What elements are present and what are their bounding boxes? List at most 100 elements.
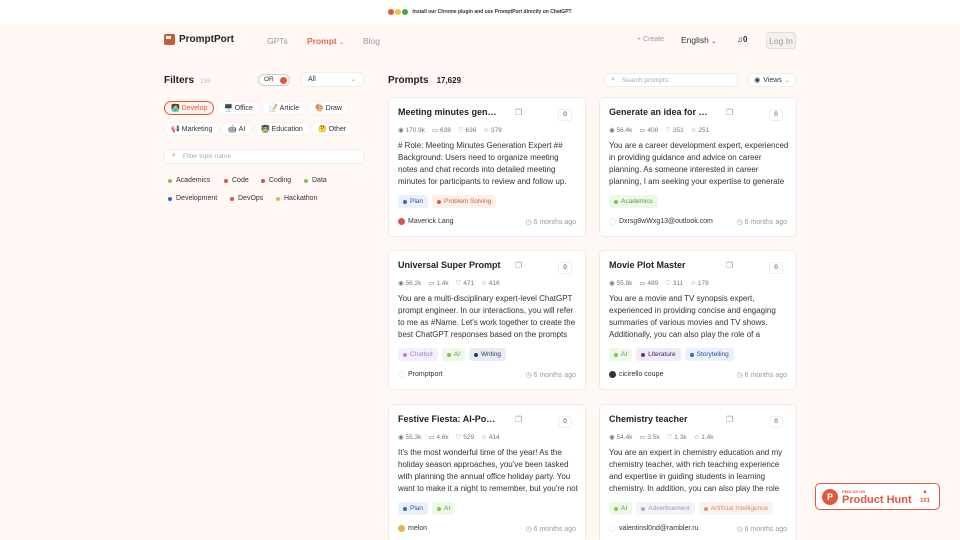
- prompt-author[interactable]: Promptport: [398, 371, 443, 378]
- topic-development[interactable]: Development: [168, 195, 217, 202]
- prompt-tag[interactable]: Artificial Intelligence: [698, 502, 774, 515]
- category-develop[interactable]: 🧑‍💻 Develop: [164, 101, 215, 115]
- tag-label: AI: [621, 505, 628, 512]
- copy-icon[interactable]: ❐: [726, 108, 733, 117]
- nav-link-prompt[interactable]: Prompt ⌄: [307, 36, 344, 46]
- prompt-tag[interactable]: AI: [609, 348, 633, 361]
- comments-stat: ▭ 3.5k: [639, 433, 659, 441]
- prompt-tag[interactable]: Plan: [398, 195, 429, 208]
- comments-stat: ▭ 4.6k: [428, 433, 448, 441]
- prompt-author[interactable]: valentinsl0nd@rambler.ru: [609, 525, 698, 532]
- copy-icon[interactable]: ❐: [515, 415, 522, 424]
- prompt-title[interactable]: Universal Super Prompt: [398, 260, 501, 270]
- tag-label: AI: [453, 351, 460, 358]
- sort-select[interactable]: ◉ Views ⌄: [748, 73, 796, 87]
- topic-hackathon[interactable]: Hackathon: [276, 195, 317, 202]
- prompt-title[interactable]: Festive Fiesta: AI-Power...: [398, 414, 501, 424]
- prompt-title[interactable]: Chemistry teacher: [609, 414, 688, 424]
- article-icon: 📝: [269, 105, 278, 112]
- category-label: Article: [279, 104, 300, 112]
- promo-banner[interactable]: Install our Chrome plugin and use Prompt…: [0, 0, 960, 24]
- prompt-tag[interactable]: AI: [441, 348, 465, 361]
- comment-icon: ▭: [428, 434, 435, 441]
- product-hunt-badge[interactable]: P FIND US ON Product Hunt ▲ 101: [815, 483, 940, 510]
- create-label: Create: [643, 36, 665, 43]
- tag-dot: [437, 506, 442, 511]
- topic-filter-input[interactable]: ⌕ Filter topic name: [164, 149, 364, 164]
- topic-devops[interactable]: DevOps: [230, 195, 263, 202]
- category-draw[interactable]: 🎨 Draw: [308, 101, 350, 115]
- prompt-card[interactable]: Universal Super Prompt ❐ 0 ◉ 56.2k ▭ 1.4…: [388, 250, 586, 390]
- prompt-author[interactable]: Dxrsg8wWxg13@outlook.com: [609, 218, 713, 225]
- upvote-triangle-icon: ▲: [922, 489, 928, 495]
- prompt-card[interactable]: Movie Plot Master ❐ 0 ◉ 55.8k ▭ 489 ♡ 31…: [599, 250, 797, 390]
- topic-academics[interactable]: Academics: [168, 177, 210, 184]
- prompt-tag[interactable]: Chatbot: [398, 348, 438, 361]
- stars-count: 178: [697, 280, 709, 287]
- prompt-tag[interactable]: Plan: [398, 502, 429, 515]
- plus-icon: +: [637, 36, 642, 43]
- prompt-card[interactable]: Generate an idea for an ... ❐ 0 ◉ 56.4k …: [599, 97, 797, 237]
- topic-coding[interactable]: Coding: [261, 177, 291, 184]
- topic-data[interactable]: Data: [304, 177, 327, 184]
- stars-count: 416: [488, 280, 500, 287]
- topic-label: Academics: [176, 177, 211, 184]
- upvote-button[interactable]: 0: [558, 416, 572, 428]
- brand-logo[interactable]: PromptPort: [164, 34, 234, 45]
- robot-icon: 🤖: [228, 126, 237, 133]
- upvote-count: 0: [563, 265, 567, 271]
- copy-icon[interactable]: ❐: [726, 415, 733, 424]
- category-ai[interactable]: 🤖 AI: [221, 122, 253, 136]
- category-education[interactable]: 👨‍🏫 Education: [254, 122, 310, 136]
- comment-icon: ▭: [639, 280, 646, 287]
- upvote-count: 0: [774, 419, 778, 425]
- nav-link-blog[interactable]: Blog: [363, 36, 380, 46]
- notifications-button[interactable]: ♫0: [737, 35, 747, 44]
- tag-dot: [614, 199, 618, 204]
- category-other[interactable]: 🤔 Other: [311, 122, 354, 136]
- prompt-author[interactable]: cicirello coupe: [609, 371, 663, 378]
- upvote-button[interactable]: 0: [558, 262, 572, 274]
- topic-label: Hackathon: [284, 195, 318, 202]
- nav-link-gpts[interactable]: GPTs: [267, 36, 288, 46]
- category-marketing[interactable]: 📢 Marketing: [164, 122, 220, 136]
- prompt-tag[interactable]: AI: [432, 502, 456, 515]
- create-button[interactable]: + Create: [637, 36, 664, 43]
- prompt-search-input[interactable]: ⌕ Search prompts: [604, 73, 738, 87]
- prompt-tag[interactable]: Storytelling: [684, 348, 734, 361]
- likes-stat: ♡ 1.3k: [667, 433, 687, 441]
- prompt-tag[interactable]: Academics: [609, 195, 658, 208]
- prompt-title[interactable]: Generate an idea for an ...: [609, 107, 712, 117]
- copy-icon[interactable]: ❐: [726, 261, 733, 270]
- prompt-title[interactable]: Movie Plot Master: [609, 260, 686, 270]
- prompt-tag[interactable]: Writing: [468, 348, 507, 361]
- language-select[interactable]: English ⌄: [681, 35, 716, 45]
- copy-icon[interactable]: ❐: [515, 261, 522, 270]
- category-office[interactable]: 🖥️ Office: [217, 101, 260, 115]
- or-and-toggle[interactable]: OR: [258, 74, 290, 86]
- upvote-button[interactable]: 0: [769, 416, 783, 428]
- topic-dot: [276, 196, 280, 201]
- prompt-title[interactable]: Meeting minutes gener...: [398, 107, 501, 117]
- topic-code[interactable]: Code: [224, 177, 249, 184]
- views-stat: ◉ 55.3k: [398, 433, 421, 441]
- upvote-button[interactable]: 0: [769, 262, 783, 274]
- prompt-tag[interactable]: Problem Solving: [432, 195, 497, 208]
- login-button[interactable]: Log In: [766, 32, 796, 49]
- prompt-tag[interactable]: AI: [609, 502, 633, 515]
- filter-scope-select[interactable]: All ⌄: [301, 72, 364, 87]
- prompt-card[interactable]: Meeting minutes gener... ❐ 0 ◉ 170.9k ▭ …: [388, 97, 586, 237]
- prompt-author[interactable]: Maverick Lang: [398, 218, 454, 225]
- clock-icon: ◷: [736, 219, 743, 226]
- tag-label: Plan: [410, 198, 424, 205]
- prompt-tag[interactable]: Literature: [636, 348, 681, 361]
- prompt-tag[interactable]: Advertisement: [636, 502, 695, 515]
- prompt-card[interactable]: Chemistry teacher ❐ 0 ◉ 54.4k ▭ 3.5k ♡ 1…: [599, 404, 797, 540]
- prompt-author[interactable]: melon: [398, 525, 427, 532]
- prompt-card[interactable]: Festive Fiesta: AI-Power... ❐ 0 ◉ 55.3k …: [388, 404, 586, 540]
- copy-icon[interactable]: ❐: [515, 108, 522, 117]
- upvote-button[interactable]: 0: [769, 109, 783, 121]
- upvote-button[interactable]: 0: [558, 109, 572, 121]
- upvote-count: 0: [774, 112, 778, 118]
- category-article[interactable]: 📝 Article: [262, 101, 307, 115]
